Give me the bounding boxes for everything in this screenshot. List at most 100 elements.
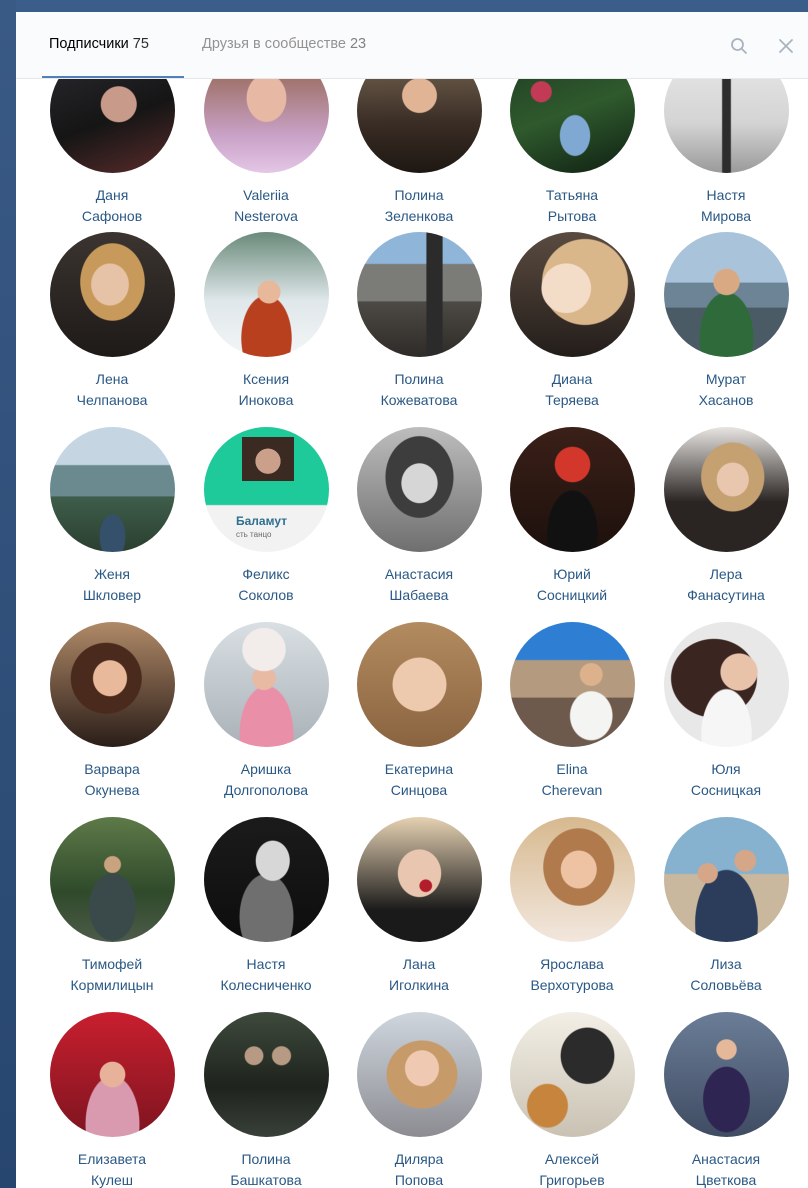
- avatar[interactable]: [664, 817, 789, 942]
- person-card[interactable]: Юрий Сосницкий: [497, 427, 647, 612]
- tab-friends-in-community[interactable]: Друзья в сообществе 23: [202, 36, 366, 52]
- person-name[interactable]: Мурат Хасанов: [651, 369, 801, 411]
- first-name[interactable]: Феликс: [191, 564, 341, 585]
- first-name[interactable]: Ярослава: [497, 954, 647, 975]
- avatar[interactable]: [664, 1012, 789, 1137]
- avatar[interactable]: [357, 232, 482, 357]
- person-name[interactable]: Анастасия Шабаева: [344, 564, 494, 606]
- last-name[interactable]: Рытова: [497, 206, 647, 227]
- last-name[interactable]: Хасанов: [651, 390, 801, 411]
- first-name[interactable]: Valeriia: [191, 185, 341, 206]
- avatar[interactable]: [357, 1012, 482, 1137]
- first-name[interactable]: Полина: [344, 185, 494, 206]
- person-name[interactable]: Valeriia Nesterova: [191, 185, 341, 227]
- first-name[interactable]: Елизавета: [37, 1149, 187, 1170]
- last-name[interactable]: Кормилицын: [37, 975, 187, 996]
- person-name[interactable]: Полина Кожеватова: [344, 369, 494, 411]
- person-card[interactable]: Диляра Попова: [344, 1012, 494, 1188]
- last-name[interactable]: Зеленкова: [344, 206, 494, 227]
- avatar[interactable]: [510, 817, 635, 942]
- person-name[interactable]: Ярослава Верхотурова: [497, 954, 647, 996]
- person-name[interactable]: Лера Фанасутина: [651, 564, 801, 606]
- person-name[interactable]: Юрий Сосницкий: [497, 564, 647, 606]
- close-icon[interactable]: [772, 32, 800, 60]
- first-name[interactable]: Анастасия: [344, 564, 494, 585]
- person-name[interactable]: Анастасия Цветкова: [651, 1149, 801, 1188]
- person-card[interactable]: Настя Колесниченко: [191, 817, 341, 1002]
- first-name[interactable]: Варвара: [37, 759, 187, 780]
- first-name[interactable]: Диана: [497, 369, 647, 390]
- first-name[interactable]: Полина: [344, 369, 494, 390]
- first-name[interactable]: Elina: [497, 759, 647, 780]
- avatar[interactable]: [664, 427, 789, 552]
- last-name[interactable]: Nesterova: [191, 206, 341, 227]
- tab-label[interactable]: Друзья в сообществе: [202, 36, 346, 52]
- first-name[interactable]: Екатерина: [344, 759, 494, 780]
- person-card[interactable]: Баламут сть танцо Феликс Соколов: [191, 427, 341, 612]
- person-name[interactable]: Елизавета Кулеш: [37, 1149, 187, 1188]
- last-name[interactable]: Синцова: [344, 780, 494, 801]
- person-name[interactable]: Диана Теряева: [497, 369, 647, 411]
- last-name[interactable]: Мирова: [651, 206, 801, 227]
- avatar[interactable]: [50, 1012, 175, 1137]
- person-name[interactable]: Elina Cherevan: [497, 759, 647, 801]
- person-card[interactable]: Лана Иголкина: [344, 817, 494, 1002]
- first-name[interactable]: Лана: [344, 954, 494, 975]
- first-name[interactable]: Мурат: [651, 369, 801, 390]
- person-card[interactable]: Аришка Долгополова: [191, 622, 341, 807]
- person-name[interactable]: Юля Сосницкая: [651, 759, 801, 801]
- person-card[interactable]: Лена Челпанова: [37, 232, 187, 417]
- person-name[interactable]: Аришка Долгополова: [191, 759, 341, 801]
- person-card[interactable]: Полина Кожеватова: [344, 232, 494, 417]
- last-name[interactable]: Инокова: [191, 390, 341, 411]
- avatar[interactable]: [50, 232, 175, 357]
- first-name[interactable]: Женя: [37, 564, 187, 585]
- person-name[interactable]: Полина Башкатова: [191, 1149, 341, 1188]
- avatar[interactable]: [204, 622, 329, 747]
- avatar[interactable]: [50, 817, 175, 942]
- avatar[interactable]: [50, 622, 175, 747]
- person-name[interactable]: Лана Иголкина: [344, 954, 494, 996]
- last-name[interactable]: Шабаева: [344, 585, 494, 606]
- person-name[interactable]: Даня Сафонов: [37, 185, 187, 227]
- person-name[interactable]: Полина Зеленкова: [344, 185, 494, 227]
- first-name[interactable]: Лиза: [651, 954, 801, 975]
- first-name[interactable]: Ксения: [191, 369, 341, 390]
- last-name[interactable]: Цветкова: [651, 1170, 801, 1188]
- person-card[interactable]: Мурат Хасанов: [651, 232, 801, 417]
- last-name[interactable]: Верхотурова: [497, 975, 647, 996]
- last-name[interactable]: Фанасутина: [651, 585, 801, 606]
- search-icon[interactable]: [725, 32, 753, 60]
- first-name[interactable]: Диляра: [344, 1149, 494, 1170]
- last-name[interactable]: Челпанова: [37, 390, 187, 411]
- last-name[interactable]: Сафонов: [37, 206, 187, 227]
- first-name[interactable]: Юрий: [497, 564, 647, 585]
- person-name[interactable]: Ксения Инокова: [191, 369, 341, 411]
- person-card[interactable]: Женя Шкловер: [37, 427, 187, 612]
- person-card[interactable]: Ярослава Верхотурова: [497, 817, 647, 1002]
- last-name[interactable]: Башкатова: [191, 1170, 341, 1188]
- person-card[interactable]: Анастасия Цветкова: [651, 1012, 801, 1188]
- avatar[interactable]: [664, 232, 789, 357]
- avatar[interactable]: [357, 817, 482, 942]
- first-name[interactable]: Полина: [191, 1149, 341, 1170]
- last-name[interactable]: Окунева: [37, 780, 187, 801]
- first-name[interactable]: Юля: [651, 759, 801, 780]
- first-name[interactable]: Настя: [651, 185, 801, 206]
- last-name[interactable]: Сосницкий: [497, 585, 647, 606]
- avatar[interactable]: [204, 817, 329, 942]
- person-name[interactable]: Варвара Окунева: [37, 759, 187, 801]
- first-name[interactable]: Тимофей: [37, 954, 187, 975]
- person-card[interactable]: Полина Башкатова: [191, 1012, 341, 1188]
- avatar[interactable]: Баламут сть танцо: [204, 427, 329, 552]
- last-name[interactable]: Соловьёва: [651, 975, 801, 996]
- person-card[interactable]: Елизавета Кулеш: [37, 1012, 187, 1188]
- first-name[interactable]: Алексей: [497, 1149, 647, 1170]
- avatar[interactable]: [357, 427, 482, 552]
- person-card[interactable]: Варвара Окунева: [37, 622, 187, 807]
- person-name[interactable]: Лена Челпанова: [37, 369, 187, 411]
- avatar[interactable]: [510, 622, 635, 747]
- avatar[interactable]: [204, 1012, 329, 1137]
- person-name[interactable]: Настя Колесниченко: [191, 954, 341, 996]
- person-card[interactable]: Екатерина Синцова: [344, 622, 494, 807]
